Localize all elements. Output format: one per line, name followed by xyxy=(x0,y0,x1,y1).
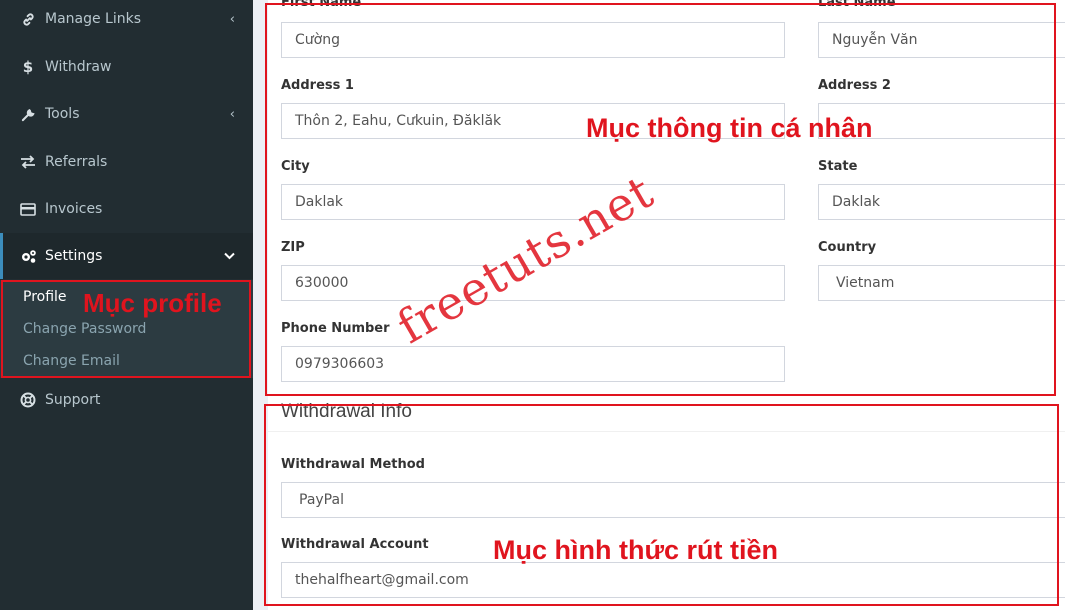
personal-info-annotation-label: Mục thông tin cá nhân xyxy=(586,113,873,143)
chevron-left-icon: ‹ xyxy=(229,106,235,122)
personal-info-annotation-box xyxy=(265,3,1056,396)
gears-icon xyxy=(19,247,37,265)
exchange-icon xyxy=(19,153,37,171)
sidebar-item-label: Support xyxy=(45,392,101,408)
sidebar-item-invoices[interactable]: Invoices xyxy=(0,186,253,232)
sidebar-item-support[interactable]: Support xyxy=(0,377,253,423)
wrench-icon xyxy=(19,105,37,123)
sidebar-item-label: Manage Links xyxy=(45,11,142,27)
sidebar-item-manage-links[interactable]: Manage Links ‹ xyxy=(0,0,253,42)
sidebar-item-tools[interactable]: Tools ‹ xyxy=(0,91,253,137)
life-ring-icon xyxy=(19,391,37,409)
chevron-down-icon xyxy=(224,249,235,264)
withdraw-method-annotation-box xyxy=(264,404,1059,606)
sidebar-item-label: Invoices xyxy=(45,201,103,217)
profile-annotation-label: Mục profile xyxy=(83,288,222,318)
sidebar-item-label: Referrals xyxy=(45,154,108,170)
sidebar-item-settings[interactable]: Settings xyxy=(0,233,253,279)
credit-card-icon xyxy=(19,200,37,218)
sidebar-item-label: Withdraw xyxy=(45,59,112,75)
sidebar-item-referrals[interactable]: Referrals xyxy=(0,139,253,185)
withdraw-method-annotation-label: Mục hình thức rút tiền xyxy=(493,535,779,565)
sidebar-item-withdraw[interactable]: $ Withdraw xyxy=(0,44,253,90)
sidebar-item-label: Tools xyxy=(45,106,80,122)
sidebar-item-label: Settings xyxy=(45,248,103,264)
link-icon xyxy=(19,10,37,28)
dollar-icon: $ xyxy=(22,58,34,76)
chevron-left-icon: ‹ xyxy=(229,11,235,27)
